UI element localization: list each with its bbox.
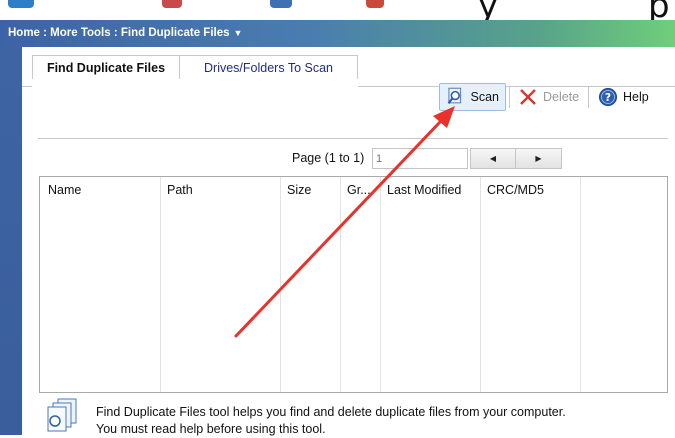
column-header-name[interactable]: Name [48,183,81,197]
breadcrumb-text[interactable]: Home : More Tools : Find Duplicate Files [8,27,230,39]
column-divider [380,177,381,392]
question-circle-icon: ? [599,88,617,106]
breadcrumb[interactable]: Home : More Tools : Find Duplicate Files… [0,20,675,47]
divider [38,138,668,139]
pager: Page (1 to 1) ◀ ▶ [22,148,675,170]
page-number-input[interactable] [372,148,468,169]
tab-find-duplicate-files[interactable]: Find Duplicate Files [32,55,180,79]
app-icon-fragment-4 [366,0,384,8]
chevron-left-icon: ◀ [489,154,497,163]
toolbar: Scan Delete ? Help [22,83,675,113]
app-icon-fragment-1 [8,0,34,8]
red-x-icon [520,89,536,105]
tab-drives-folders-to-scan[interactable]: Drives/Folders To Scan [180,55,358,79]
help-button[interactable]: ? Help [592,83,662,111]
cropped-glyph-1: y [478,0,499,20]
scan-button[interactable]: Scan [439,83,506,111]
toolbar-separator [509,86,510,108]
info-line-2: You must read help before using this too… [96,422,326,436]
column-divider [580,177,581,392]
svg-text:?: ? [605,91,611,104]
info-line-1: Find Duplicate Files tool helps you find… [96,405,566,419]
delete-label: Delete [543,90,580,104]
delete-button[interactable]: Delete [512,83,590,111]
scan-label: Scan [470,90,500,104]
top-toolbar-fragment: y p [0,0,675,20]
column-header-path[interactable]: Path [167,183,193,197]
column-header-size[interactable]: Size [287,183,311,197]
prev-page-button[interactable]: ◀ [470,148,516,169]
results-table[interactable]: Name Path Size Gr... Last Modified CRC/M… [39,176,668,393]
info-section: Find Duplicate Files tool helps you find… [44,397,664,438]
column-divider [340,177,341,392]
info-text: Find Duplicate Files tool helps you find… [96,404,566,438]
left-sidebar-strip [0,47,22,435]
column-divider [280,177,281,392]
chevron-down-icon[interactable]: ▼ [234,20,243,47]
column-header-crc-md5[interactable]: CRC/MD5 [487,183,544,197]
next-page-button[interactable]: ▶ [516,148,562,169]
duplicate-documents-icon [47,398,77,432]
column-divider [160,177,161,392]
column-header-group[interactable]: Gr... [347,183,371,197]
app-icon-fragment-3 [270,0,292,8]
column-divider [480,177,481,392]
help-label: Help [623,90,649,104]
cropped-glyph-2: p [648,0,670,20]
magnifier-document-icon [447,87,462,105]
chevron-right-icon: ▶ [535,154,542,163]
app-icon-fragment-2 [162,0,182,8]
toolbar-separator [588,86,589,108]
tab-bar: Find Duplicate Files Drives/Folders To S… [22,55,675,87]
page-range-label: Page (1 to 1) [292,151,365,165]
column-header-last-modified[interactable]: Last Modified [387,183,461,197]
main-panel: Find Duplicate Files Drives/Folders To S… [22,47,675,438]
